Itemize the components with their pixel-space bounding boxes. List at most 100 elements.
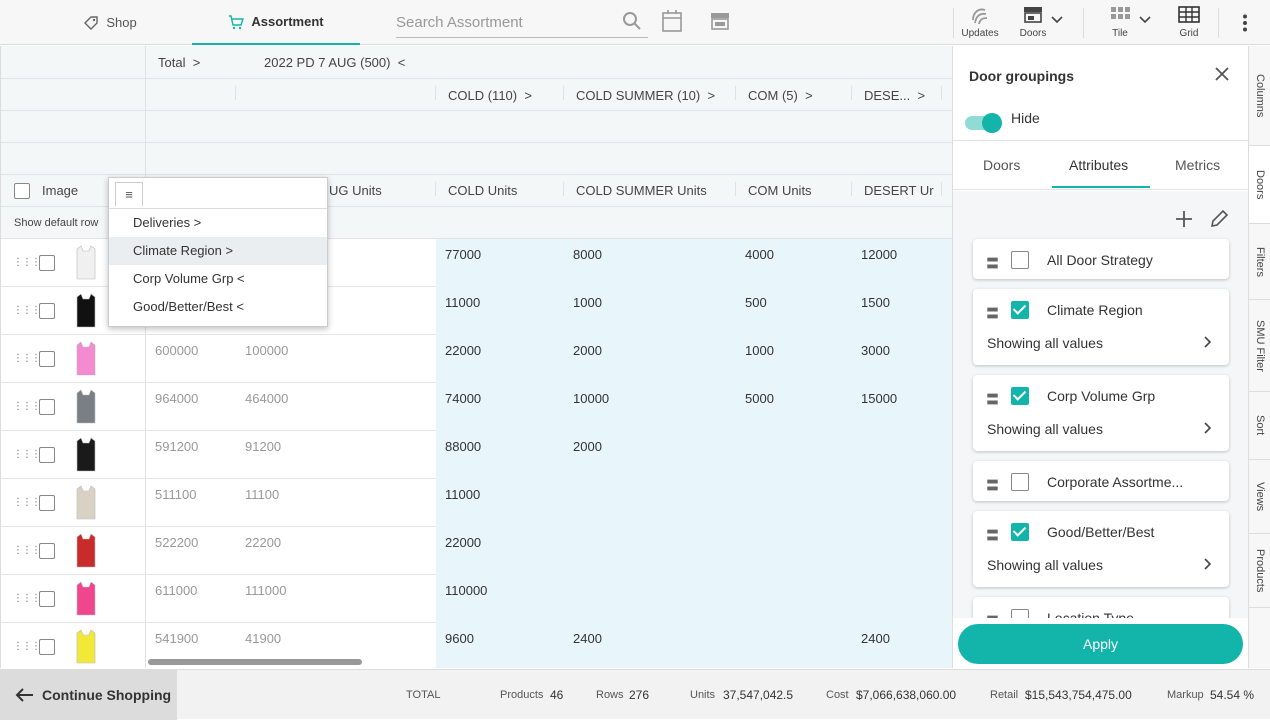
side-tab-views[interactable]: Views	[1249, 460, 1270, 534]
store-icon[interactable]	[710, 12, 730, 30]
table-row[interactable]: ⋮⋮⋮ 511100 11100 11000	[1, 479, 952, 527]
product-thumbnail[interactable]	[73, 485, 99, 521]
row-checkbox[interactable]	[39, 255, 55, 271]
calendar-icon[interactable]	[662, 10, 682, 32]
row-checkbox[interactable]	[39, 303, 55, 319]
tab-doors[interactable]: Doors	[983, 157, 1020, 173]
drag-handle-icon[interactable]: ⋮⋮⋮	[13, 593, 41, 604]
attribute-card[interactable]: 〓 All Door Strategy	[973, 239, 1229, 279]
cold-units-cell[interactable]: 22000	[445, 343, 481, 358]
menu-item-corp-volume-grp[interactable]: Corp Volume Grp <	[109, 265, 327, 293]
cold-summer-units-cell[interactable]: 2000	[573, 439, 602, 454]
more-vertical-icon[interactable]	[1242, 14, 1248, 32]
table-row[interactable]: ⋮⋮⋮ 541900 41900 9600 2400 2400	[1, 623, 952, 668]
drag-handle-icon[interactable]: ⋮⋮⋮	[13, 305, 41, 316]
column-header-com-units[interactable]: COM Units	[748, 183, 812, 198]
product-thumbnail[interactable]	[73, 437, 99, 473]
product-thumbnail[interactable]	[73, 293, 99, 329]
menu-item-climate-region[interactable]: Climate Region >	[109, 237, 327, 265]
grid-button[interactable]: Grid	[1174, 4, 1204, 39]
cold-units-cell[interactable]: 110000	[445, 583, 487, 598]
row-checkbox[interactable]	[39, 447, 55, 463]
header-total[interactable]: Total >	[158, 55, 200, 70]
row-checkbox[interactable]	[39, 399, 55, 415]
com-units-cell[interactable]: 4000	[745, 247, 774, 262]
product-thumbnail[interactable]	[73, 581, 99, 617]
desert-units-cell[interactable]: 2400	[861, 631, 890, 646]
attribute-card[interactable]: 〓 Corporate Assortme...	[973, 461, 1229, 501]
com-units-cell[interactable]: 500	[745, 295, 767, 310]
apply-button[interactable]: Apply	[958, 624, 1243, 664]
chevron-down-icon[interactable]	[1051, 15, 1063, 25]
drag-handle-icon[interactable]: 〓	[986, 253, 999, 272]
cold-units-cell[interactable]: 22000	[445, 535, 481, 550]
menu-item-deliveries[interactable]: Deliveries >	[109, 209, 327, 237]
attribute-values-link[interactable]: Showing all values	[987, 335, 1103, 351]
cold-summer-units-cell[interactable]: 8000	[573, 247, 602, 262]
attribute-checkbox[interactable]	[1011, 523, 1029, 541]
header-group-desert[interactable]: DESE... >	[864, 88, 925, 103]
drag-handle-icon[interactable]: 〓	[986, 389, 999, 408]
attribute-checkbox[interactable]	[1011, 609, 1029, 618]
column-header-image[interactable]: Image	[42, 183, 78, 198]
chevron-down-icon[interactable]	[1139, 15, 1151, 25]
row-checkbox[interactable]	[39, 495, 55, 511]
tile-button[interactable]: Tile	[1104, 4, 1136, 39]
edit-icon[interactable]	[1209, 209, 1229, 229]
drag-handle-icon[interactable]: ⋮⋮⋮	[13, 257, 41, 268]
plus-icon[interactable]	[1175, 210, 1193, 228]
table-row[interactable]: ⋮⋮⋮ 591200 91200 88000 2000	[1, 431, 952, 479]
side-tab-smu-filter[interactable]: SMU Filter	[1249, 300, 1270, 392]
cold-summer-units-cell[interactable]: 2400	[573, 631, 602, 646]
close-icon[interactable]	[1214, 66, 1230, 82]
side-tab-filters[interactable]: Filters	[1249, 224, 1270, 300]
doors-button[interactable]: Doors	[1016, 4, 1050, 39]
desert-units-cell[interactable]: 1500	[861, 295, 890, 310]
desert-units-cell[interactable]: 12000	[861, 247, 897, 262]
row-checkbox[interactable]	[39, 351, 55, 367]
cold-units-cell[interactable]: 11000	[445, 487, 480, 502]
tab-attributes[interactable]: Attributes	[1069, 157, 1128, 173]
attribute-checkbox[interactable]	[1011, 387, 1029, 405]
header-group-cold[interactable]: COLD (110) >	[448, 88, 532, 103]
menu-item-good-better-best[interactable]: Good/Better/Best <	[109, 293, 327, 321]
desert-units-cell[interactable]: 15000	[861, 391, 897, 406]
attribute-checkbox[interactable]	[1011, 301, 1029, 319]
com-units-cell[interactable]: 5000	[745, 391, 774, 406]
cold-units-cell[interactable]: 9600	[445, 631, 474, 646]
com-units-cell[interactable]: 1000	[745, 343, 774, 358]
row-checkbox[interactable]	[39, 639, 55, 655]
chevron-right-icon[interactable]	[1203, 422, 1211, 434]
attribute-values-link[interactable]: Showing all values	[987, 421, 1103, 437]
show-default-row-button[interactable]: Show default row	[14, 217, 98, 229]
drag-handle-icon[interactable]: ⋮⋮⋮	[13, 545, 41, 556]
attribute-checkbox[interactable]	[1011, 473, 1029, 491]
column-header-cold-summer-units[interactable]: COLD SUMMER Units	[576, 183, 707, 198]
attribute-checkbox[interactable]	[1011, 251, 1029, 269]
table-row[interactable]: ⋮⋮⋮ 611000 111000 110000	[1, 575, 952, 623]
attribute-card[interactable]: 〓 Climate Region Showing all values	[973, 289, 1229, 365]
column-header-desert-units[interactable]: DESERT Ur	[864, 183, 934, 198]
horizontal-scrollbar[interactable]	[148, 659, 362, 665]
table-row[interactable]: ⋮⋮⋮ 964000 464000 74000 10000 5000 15000	[1, 383, 952, 431]
product-thumbnail[interactable]	[73, 389, 99, 425]
hide-toggle[interactable]	[965, 112, 1003, 133]
product-thumbnail[interactable]	[73, 341, 99, 377]
tab-assortment[interactable]: Assortment	[192, 0, 360, 45]
table-row[interactable]: ⋮⋮⋮ 600000 100000 22000 2000 1000 3000	[1, 335, 952, 383]
column-header-aug-units[interactable]: UG Units	[329, 183, 382, 198]
drag-handle-icon[interactable]: 〓	[986, 525, 999, 544]
attribute-values-link[interactable]: Showing all values	[987, 557, 1103, 573]
product-thumbnail[interactable]	[73, 629, 99, 665]
side-tab-doors[interactable]: Doors	[1249, 146, 1270, 224]
select-all-checkbox[interactable]	[14, 183, 30, 199]
header-group-com[interactable]: COM (5) >	[748, 88, 813, 103]
row-checkbox[interactable]	[39, 591, 55, 607]
chevron-right-icon[interactable]	[1203, 558, 1211, 570]
continue-shopping-button[interactable]: Continue Shopping	[0, 670, 177, 720]
search-icon[interactable]	[622, 11, 642, 31]
attribute-card[interactable]: 〓 Location Type	[973, 597, 1229, 618]
drag-handle-icon[interactable]: ⋮⋮⋮	[13, 401, 41, 412]
side-tab-columns[interactable]: Columns	[1249, 46, 1270, 146]
header-group-cold-summer[interactable]: COLD SUMMER (10) >	[576, 88, 715, 103]
